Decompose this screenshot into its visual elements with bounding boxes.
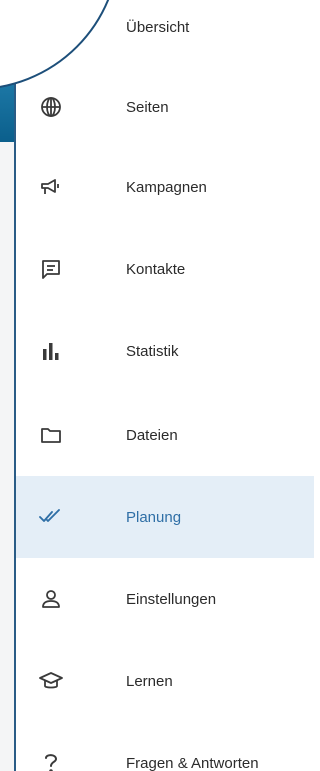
graduation-cap-icon [38, 668, 64, 694]
bar-chart-icon [38, 338, 64, 364]
sidebar-item-label: Einstellungen [126, 590, 217, 608]
sidebar-item-label: Seiten [126, 98, 169, 116]
sidebar-item-label: Statistik [126, 342, 179, 360]
sidebar-item-faq[interactable]: Fragen & Antworten [16, 722, 314, 771]
sidebar-item-planning[interactable]: Planung [16, 476, 314, 558]
sidebar-item-files[interactable]: Dateien [16, 394, 314, 476]
sidebar-navigation: Übersicht Seiten Kampagnen Kontakte Stat… [16, 0, 314, 771]
folder-icon [38, 422, 64, 448]
double-check-icon [38, 504, 64, 530]
globe-icon [38, 94, 64, 120]
sidebar-screenshot: Übersicht Seiten Kampagnen Kontakte Stat… [0, 0, 314, 771]
sidebar-item-label: Kontakte [126, 260, 186, 278]
megaphone-icon [38, 174, 64, 200]
sidebar-item-statistics[interactable]: Statistik [16, 310, 314, 392]
header-band [0, 78, 14, 142]
sidebar-item-label: Planung [126, 508, 182, 526]
sidebar-item-label: Übersicht [126, 18, 190, 36]
sidebar-item-label: Lernen [126, 672, 173, 690]
sidebar-item-learning[interactable]: Lernen [16, 640, 314, 722]
sidebar-item-contacts[interactable]: Kontakte [16, 228, 314, 310]
question-icon [38, 750, 64, 771]
background-panel [0, 0, 14, 771]
sidebar-item-campaigns[interactable]: Kampagnen [16, 146, 314, 228]
sidebar-item-pages[interactable]: Seiten [16, 66, 314, 148]
message-icon [38, 256, 64, 282]
sidebar-item-settings[interactable]: Einstellungen [16, 558, 314, 640]
sidebar-item-label: Dateien [126, 426, 178, 444]
user-icon [38, 586, 64, 612]
sidebar-item-label: Fragen & Antworten [126, 754, 259, 771]
sidebar-item-label: Kampagnen [126, 178, 207, 196]
